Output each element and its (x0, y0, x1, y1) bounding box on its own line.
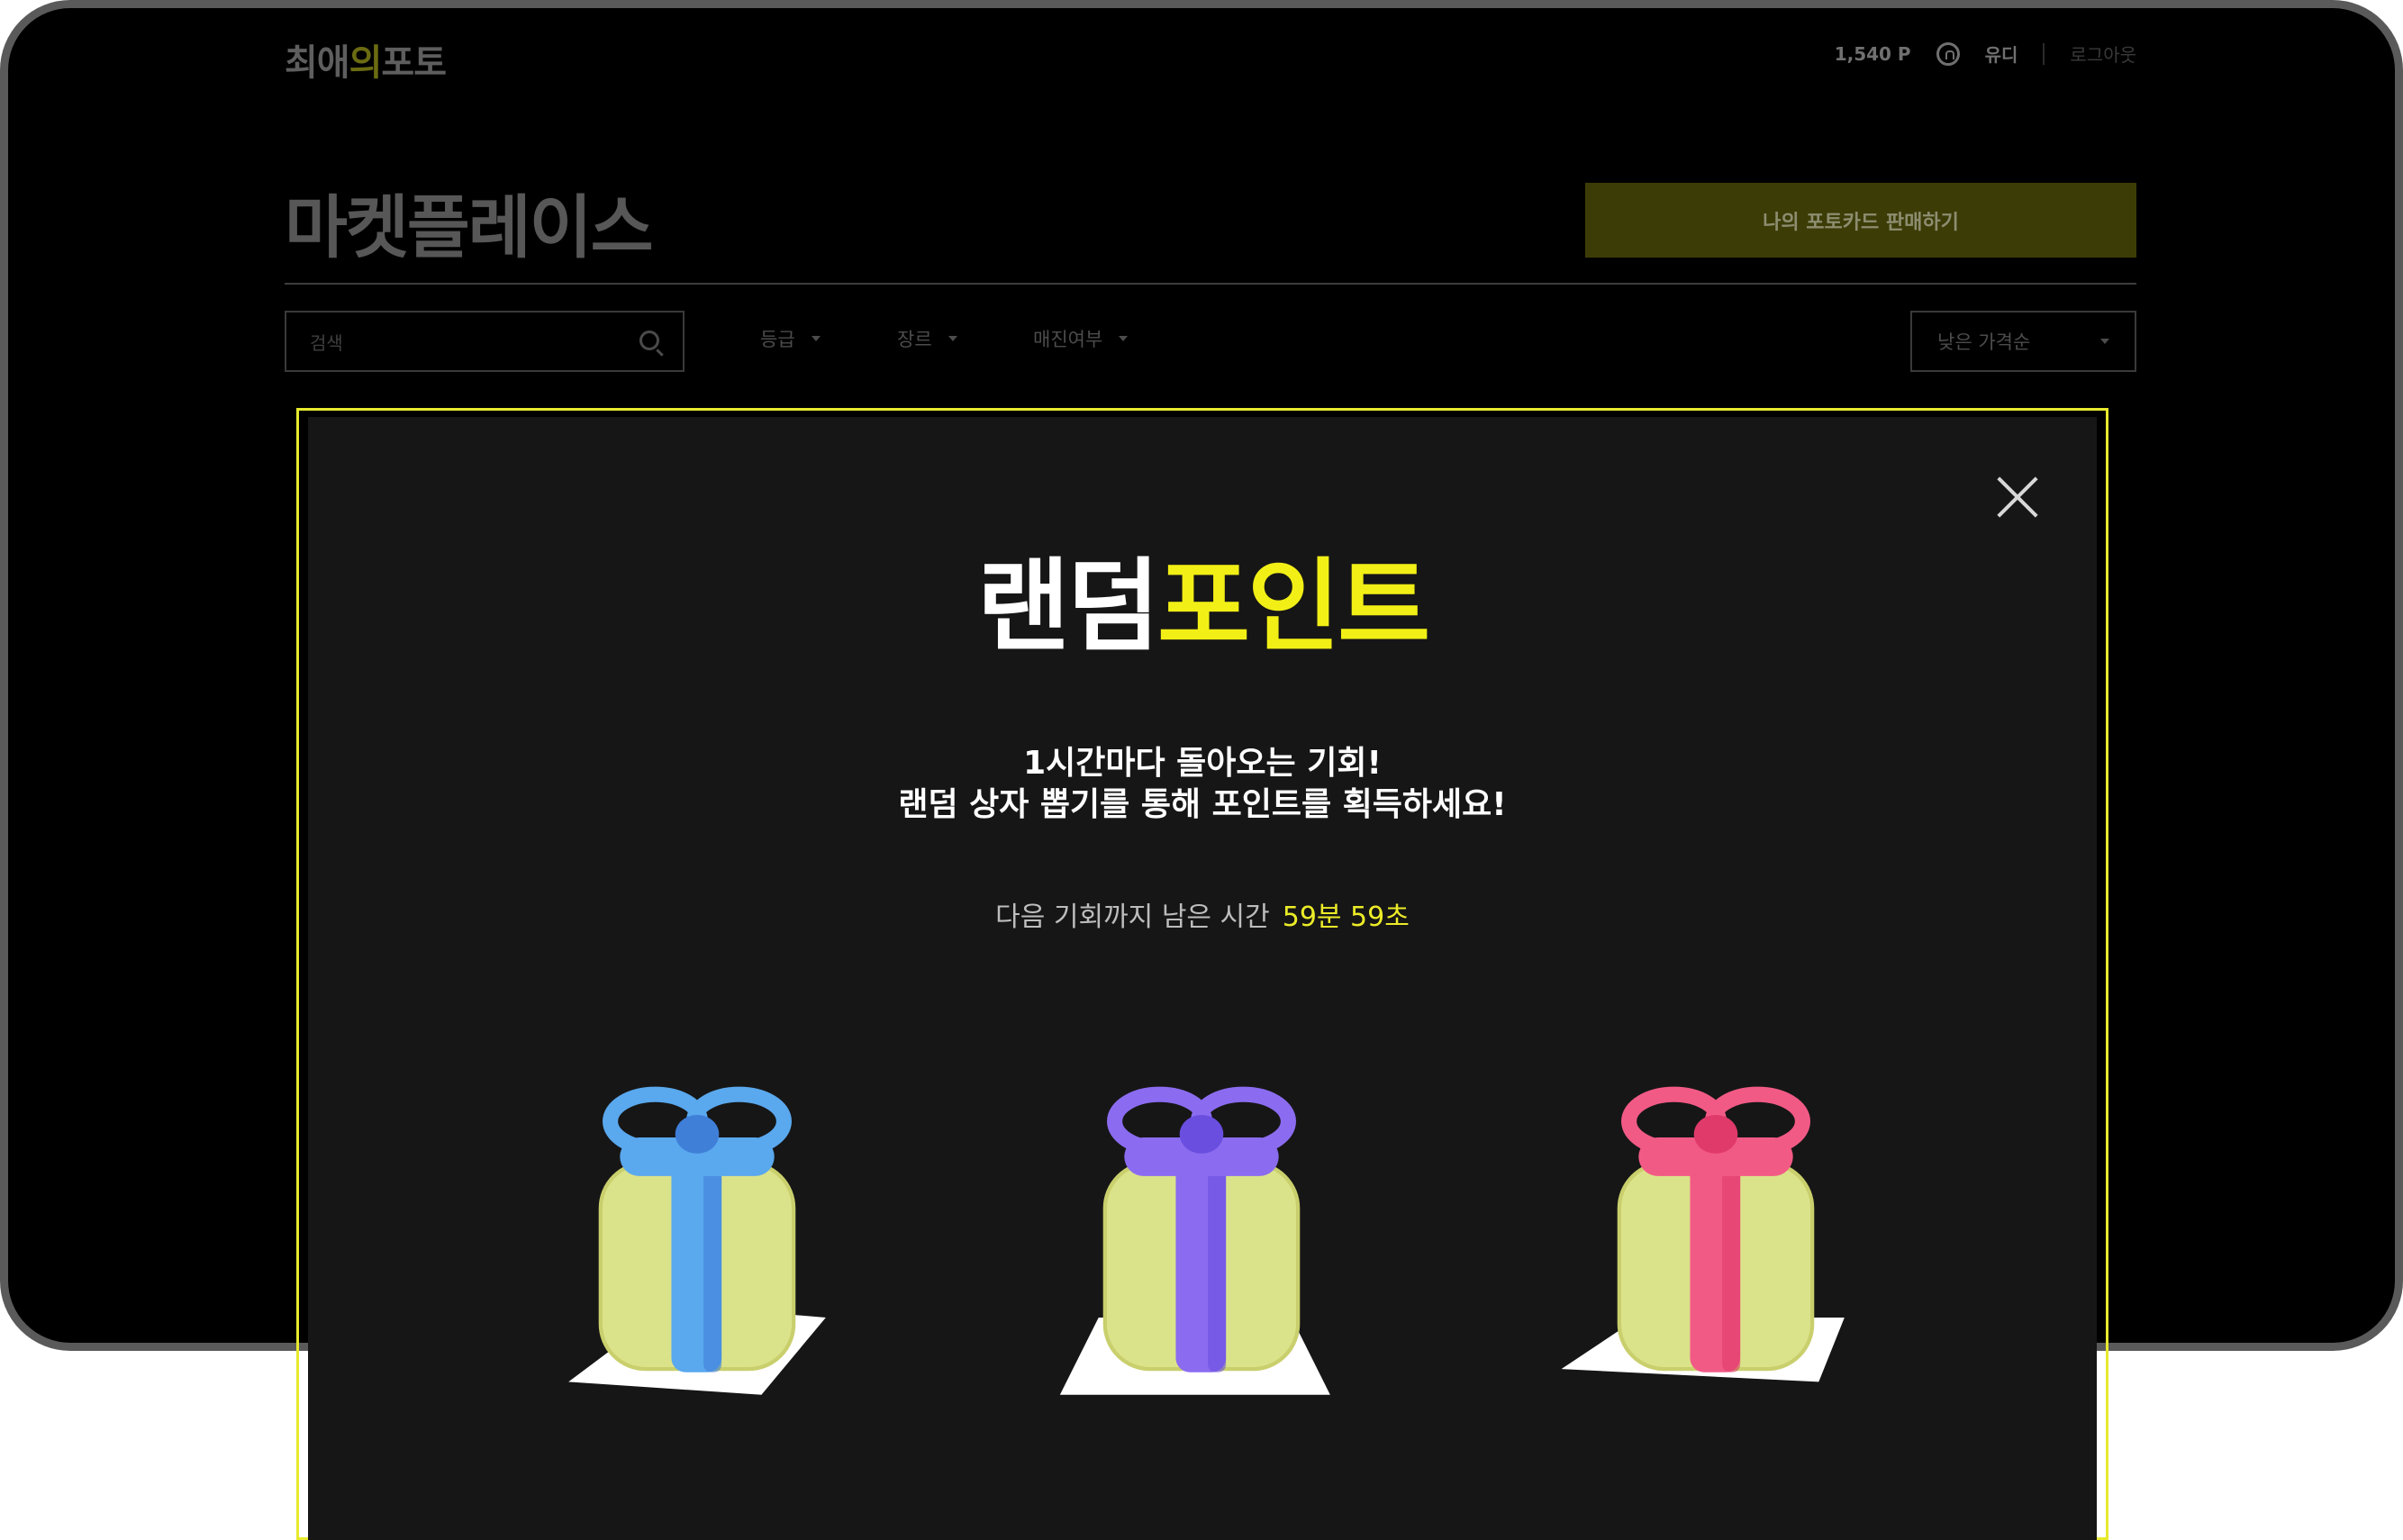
modal-description: 1시간마다 돌아오는 기회! 랜덤 상자 뽑기를 통해 포인트를 획득하세요! (308, 743, 2097, 826)
filter-label: 매진여부 (1033, 329, 1103, 350)
filter-label: 장르 (897, 329, 932, 350)
gift-ribbon-vertical-shade (1722, 1156, 1741, 1372)
gift-bow-knot (1179, 1115, 1224, 1154)
page-title: 마켓플레이스 (285, 187, 654, 267)
bell-icon[interactable] (1936, 41, 1960, 66)
gift-box-graphic (568, 1086, 826, 1395)
chevron-down-icon (1119, 336, 1129, 341)
chevron-down-icon (948, 336, 957, 341)
gift-box-blue[interactable] (481, 1047, 913, 1408)
logo-text-suffix: 포토 (381, 42, 447, 84)
description-line-1: 1시간마다 돌아오는 기회! (1023, 745, 1382, 782)
search-icon[interactable] (639, 331, 659, 350)
logout-link[interactable]: 로그아웃 (2070, 41, 2136, 67)
gift-box-graphic (1059, 1086, 1330, 1395)
chevron-down-icon (811, 336, 821, 341)
filter-grade[interactable]: 등급 (760, 325, 821, 352)
logo-text-accent: 의 (349, 42, 383, 84)
nav-actions: 1,540 P 유디 로그아웃 (1835, 41, 2136, 67)
logo[interactable]: 최애의포토 (285, 33, 447, 86)
filter-soldout[interactable]: 매진여부 (1033, 325, 1129, 352)
countdown: 다음 기회까지 남은 시간 59분 59초 (308, 894, 2097, 934)
gift-bow-knot (675, 1115, 720, 1154)
modal-title: 랜덤포인트 (308, 551, 2097, 663)
chevron-down-icon (2100, 339, 2109, 344)
gift-bow-knot (1693, 1115, 1738, 1154)
sort-label: 낮은 가격순 (1937, 331, 2031, 353)
search-box[interactable] (285, 311, 685, 372)
timer-value: 59분 59초 (1282, 901, 1410, 933)
description-line-2: 랜덤 상자 뽑기를 통해 포인트를 획득하세요! (898, 786, 1507, 823)
random-point-modal: 랜덤포인트 1시간마다 돌아오는 기회! 랜덤 상자 뽑기를 통해 포인트를 획… (308, 417, 2097, 1540)
filter-genre[interactable]: 장르 (897, 325, 957, 352)
timer-label: 다음 기회까지 남은 시간 (995, 901, 1270, 933)
gift-ribbon-vertical-shade (703, 1156, 722, 1372)
divider (285, 283, 2136, 285)
modal-title-white: 랜덤 (976, 548, 1160, 666)
top-nav: 최애의포토 1,540 P 유디 로그아웃 (285, 28, 2136, 84)
modal-title-yellow: 포인트 (1156, 548, 1430, 666)
gift-ribbon-vertical-shade (1208, 1156, 1227, 1372)
user-name[interactable]: 유디 (1985, 41, 2018, 67)
logo-text-prefix: 최애 (285, 42, 350, 84)
filter-label: 등급 (760, 329, 795, 350)
gift-box-purple[interactable] (985, 1047, 1418, 1408)
gift-box-graphic (1561, 1086, 1845, 1382)
gift-box-pink[interactable] (1500, 1047, 1932, 1408)
divider (2043, 42, 2045, 65)
points-label: 1,540 P (1834, 42, 1911, 65)
sort-select[interactable]: 낮은 가격순 (1910, 311, 2136, 372)
sell-photocard-button[interactable]: 나의 포토카드 판매하기 (1585, 183, 2136, 258)
search-input[interactable] (308, 329, 636, 358)
close-icon[interactable] (1996, 476, 2039, 519)
